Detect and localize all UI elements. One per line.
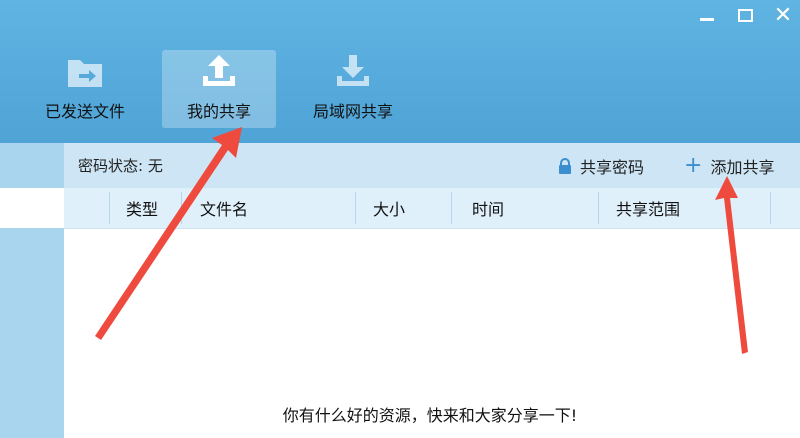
column-separator bbox=[355, 192, 356, 224]
column-separator bbox=[598, 192, 599, 224]
sidebar-selected-row bbox=[0, 188, 64, 228]
maximize-button[interactable] bbox=[728, 0, 762, 30]
app-header: ✕ 已发送文件 我的共享 局域网共享 bbox=[0, 0, 800, 143]
table-header: 类型 文件名 大小 时间 共享范围 bbox=[64, 188, 800, 229]
column-filename[interactable]: 文件名 bbox=[200, 188, 248, 228]
window-controls: ✕ bbox=[686, 0, 800, 34]
tool-my-share[interactable]: 我的共享 bbox=[162, 50, 276, 128]
maximize-icon bbox=[737, 8, 753, 22]
add-share-button[interactable]: + 添加共享 bbox=[684, 154, 774, 178]
column-separator bbox=[109, 192, 110, 224]
status-bar: 密码状态: 无 共享密码 + 添加共享 bbox=[64, 143, 800, 188]
empty-state-message: 你有什么好的资源，快来和大家分享一下! bbox=[282, 406, 578, 425]
tool-label: 我的共享 bbox=[186, 102, 251, 121]
tool-lan-share[interactable]: 局域网共享 bbox=[296, 50, 410, 128]
plus-icon: + bbox=[684, 152, 703, 178]
column-time[interactable]: 时间 bbox=[472, 188, 504, 228]
column-type[interactable]: 类型 bbox=[126, 188, 158, 228]
tool-label: 局域网共享 bbox=[312, 102, 393, 121]
minimize-button[interactable] bbox=[690, 0, 724, 30]
folder-send-icon bbox=[68, 60, 102, 87]
download-icon bbox=[337, 55, 369, 86]
left-sidebar bbox=[0, 143, 64, 438]
minimize-icon bbox=[700, 17, 714, 21]
add-share-label: 添加共享 bbox=[710, 157, 775, 177]
column-share-scope[interactable]: 共享范围 bbox=[616, 188, 680, 228]
column-separator bbox=[451, 192, 452, 224]
share-password-button[interactable]: 共享密码 bbox=[558, 154, 644, 178]
upload-icon bbox=[203, 55, 235, 86]
tool-sent-files[interactable]: 已发送文件 bbox=[28, 50, 142, 128]
main-toolbar: 已发送文件 我的共享 局域网共享 bbox=[28, 50, 430, 128]
share-password-label: 共享密码 bbox=[580, 157, 645, 177]
column-size[interactable]: 大小 bbox=[373, 188, 405, 228]
password-status: 密码状态: 无 bbox=[78, 157, 163, 175]
column-separator bbox=[181, 192, 182, 224]
close-icon: ✕ bbox=[773, 2, 793, 28]
tool-label: 已发送文件 bbox=[44, 102, 125, 121]
column-separator bbox=[770, 192, 771, 224]
close-button[interactable]: ✕ bbox=[766, 0, 800, 30]
lock-icon bbox=[559, 157, 571, 174]
